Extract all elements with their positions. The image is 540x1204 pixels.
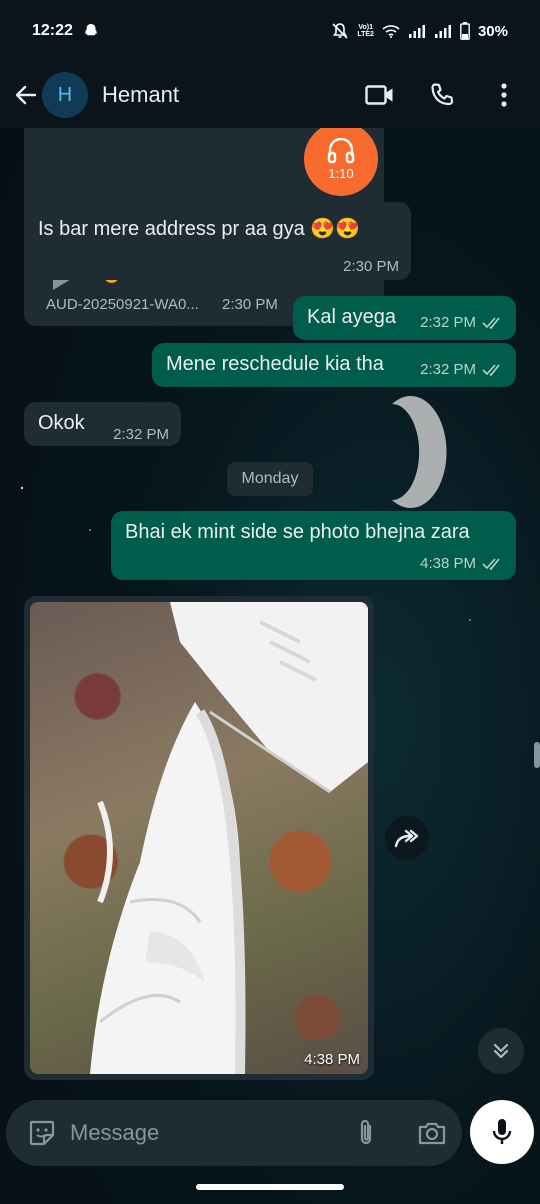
signal-1-icon [408, 24, 426, 38]
chevrons-down-icon [493, 1043, 509, 1059]
attach-button[interactable] [344, 1111, 388, 1155]
double-check-icon [482, 316, 500, 329]
contact-avatar[interactable]: H [42, 72, 88, 118]
message-text: Okok [38, 412, 85, 434]
message-bubble-outgoing[interactable]: Mene reschedule kia tha 2:32 PM [152, 343, 516, 387]
message-text: Is bar mere address pr aa gya 😍😍 [38, 218, 361, 240]
battery-icon [460, 22, 470, 40]
audio-filename: AUD-20250921-WA0... [46, 296, 199, 313]
battery-percent: 30% [477, 22, 508, 40]
message-text: Kal ayega [307, 306, 396, 328]
audio-duration: 1:10 [328, 165, 354, 181]
message-time: 2:32 PM [420, 314, 504, 331]
audio-time: 2:30 PM [222, 296, 278, 313]
message-input-container [6, 1100, 462, 1166]
double-check-icon [482, 363, 500, 376]
signal-2-icon [434, 24, 452, 38]
forward-icon [394, 829, 419, 848]
voice-call-button[interactable] [422, 75, 462, 115]
double-check-icon [482, 557, 500, 570]
scroll-to-bottom-button[interactable] [478, 1028, 524, 1074]
arrow-left-icon [15, 85, 37, 105]
video-camera-icon [365, 85, 393, 105]
phone-icon [431, 83, 454, 106]
message-time: 2:32 PM [420, 361, 504, 378]
message-bubble-outgoing[interactable]: Bhai ek mint side se photo bhejna zara 4… [111, 511, 516, 580]
message-text: Mene reschedule kia tha [166, 353, 384, 375]
home-indicator[interactable] [196, 1184, 344, 1190]
avatar-initial: H [57, 83, 73, 106]
snapchat-icon [83, 23, 99, 39]
message-text: Bhai ek mint side se photo bhejna zara [125, 521, 470, 543]
message-bubble-incoming[interactable]: Is bar mere address pr aa gya 😍😍 2:30 PM [24, 202, 411, 280]
image-time: 4:38 PM [304, 1051, 360, 1068]
forward-button[interactable] [385, 816, 429, 860]
more-vertical-icon [501, 83, 507, 107]
edge-panel-handle[interactable] [534, 742, 540, 768]
camera-icon [418, 1122, 446, 1145]
sneaker-image [90, 602, 368, 1074]
headphones-icon [327, 137, 355, 163]
composer-bar [0, 1090, 540, 1176]
image-message[interactable]: 4:38 PM [24, 596, 374, 1080]
chat-header: H Hemant [0, 62, 540, 128]
message-bubble-outgoing[interactable]: Kal ayega 2:32 PM [293, 296, 516, 340]
message-time: 2:30 PM [343, 258, 399, 275]
contact-name[interactable]: Hemant [102, 82, 179, 108]
volte-icon: Vo)1 LTE2 [357, 24, 374, 38]
message-input[interactable] [70, 1120, 340, 1146]
message-time: 2:32 PM [113, 426, 169, 443]
wifi-icon [382, 24, 400, 38]
voice-record-button[interactable] [470, 1100, 534, 1164]
more-options-button[interactable] [484, 75, 524, 115]
sticker-icon [29, 1120, 55, 1146]
message-list[interactable]: AUD-20250921-WA0... 2:30 PM 1:10 Is bar … [0, 128, 540, 1088]
date-separator: Monday [227, 462, 313, 496]
message-time: 4:38 PM [420, 555, 504, 572]
video-call-button[interactable] [360, 75, 400, 115]
camera-button[interactable] [410, 1111, 454, 1155]
message-bubble-incoming[interactable]: Okok 2:32 PM [24, 402, 181, 446]
microphone-icon [492, 1119, 512, 1144]
status-bar: 12:22 Vo)1 LTE2 30% [0, 0, 540, 62]
shoe-photo[interactable] [30, 602, 368, 1074]
sticker-button[interactable] [14, 1105, 70, 1161]
paperclip-icon [360, 1119, 372, 1145]
status-time: 12:22 [32, 22, 73, 39]
mute-bell-icon [331, 22, 349, 40]
